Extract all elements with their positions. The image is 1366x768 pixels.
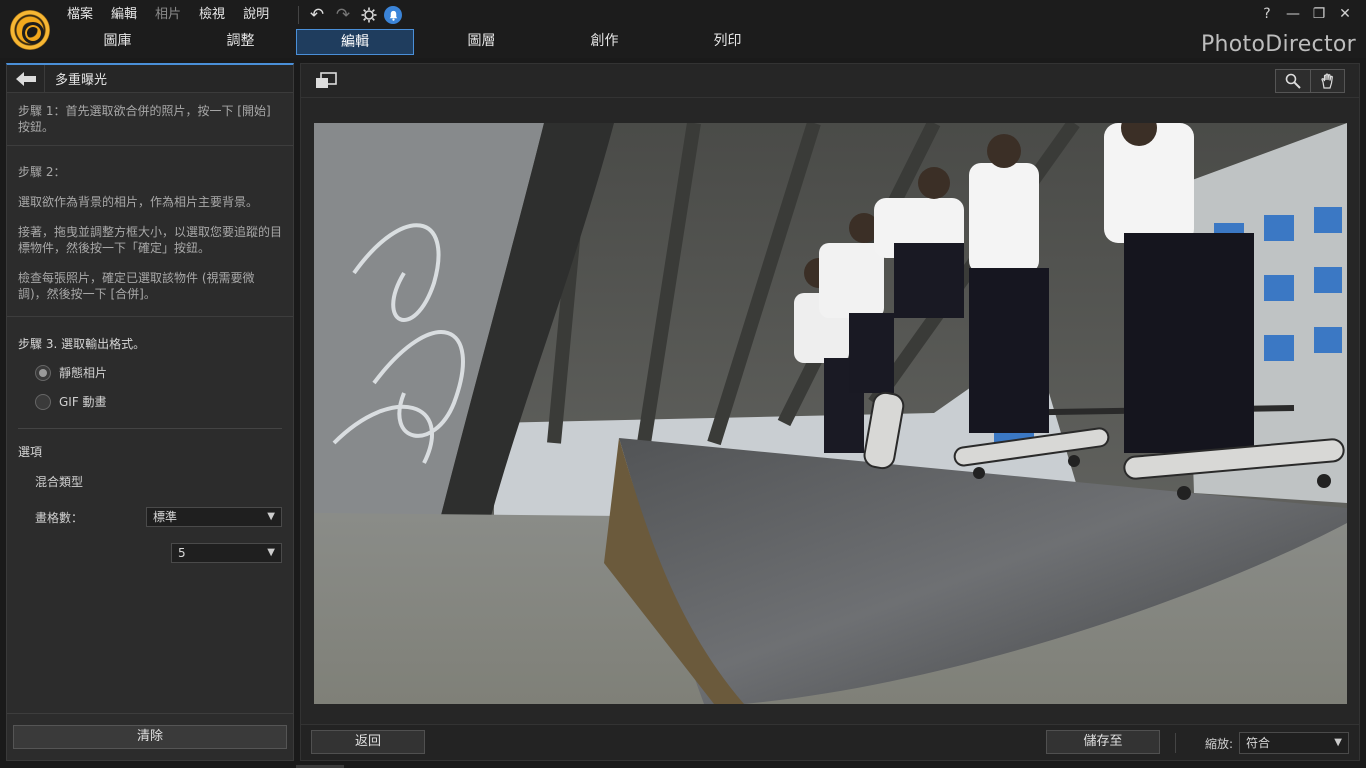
- step3-section: 步驟 3. 選取輸出格式。 靜態相片 GIF 動畫 選項 混合類型 畫格數：: [7, 317, 293, 528]
- tab-layers[interactable]: 圖層: [420, 29, 543, 55]
- pan-hand-icon[interactable]: [1310, 70, 1344, 92]
- settings-gear-icon[interactable]: [358, 4, 380, 26]
- back-button[interactable]: 返回: [311, 730, 425, 754]
- minimize-button[interactable]: —: [1280, 4, 1306, 24]
- menu-bar: 檔案 編輯 相片 檢視 說明: [58, 5, 278, 25]
- menu-view[interactable]: 檢視: [190, 5, 234, 25]
- canvas-area: 返回 儲存至 縮放: 符合 ▼: [300, 63, 1360, 761]
- notification-bell-icon[interactable]: [384, 6, 402, 24]
- menu-help[interactable]: 說明: [234, 5, 278, 25]
- window-controls: ? — ❐ ✕: [1254, 4, 1358, 24]
- format-still-option[interactable]: 靜態相片: [35, 364, 282, 381]
- canvas-toolbar: [301, 64, 1359, 98]
- tab-library[interactable]: 圖庫: [56, 29, 179, 55]
- format-gif-option[interactable]: GIF 動畫: [35, 393, 282, 410]
- clear-button[interactable]: 清除: [13, 725, 287, 749]
- canvas-bottom-bar: 返回 儲存至 縮放: 符合 ▼: [301, 724, 1359, 760]
- zoom-dropdown[interactable]: 符合 ▼: [1239, 732, 1349, 754]
- save-to-button[interactable]: 儲存至: [1046, 730, 1160, 754]
- view-tools: [1275, 69, 1345, 93]
- app-logo-icon: [10, 10, 50, 50]
- frame-count-dropdown[interactable]: 5 ▼: [171, 543, 282, 563]
- restore-button[interactable]: ❐: [1306, 4, 1332, 24]
- step2-text-2: 接著，拖曳並調整方框大小，以選取您要追蹤的目標物件，然後按一下「確定」按鈕。: [18, 225, 283, 255]
- menu-separator: [298, 6, 299, 24]
- multi-exposure-panel: 多重曝光 步驟 1：首先選取欲合併的照片，按一下 [開始] 按鈕。 步驟 2： …: [6, 63, 294, 761]
- step2-title: 步驟 2：: [18, 165, 66, 179]
- menu-photo[interactable]: 相片: [146, 5, 190, 25]
- chevron-down-icon: ▼: [1334, 737, 1342, 748]
- step2-text-1: 選取欲作為背景的相片，作為相片主要背景。: [18, 195, 259, 209]
- tab-edit[interactable]: 編輯: [296, 29, 414, 55]
- radio-gif[interactable]: [35, 393, 51, 410]
- tab-adjust[interactable]: 調整: [179, 29, 302, 55]
- blend-type-value: 標準: [153, 510, 178, 524]
- step1-section: 步驟 1：首先選取欲合併的照片，按一下 [開始] 按鈕。: [7, 93, 293, 146]
- options-divider: [18, 428, 282, 429]
- back-arrow-icon[interactable]: [7, 64, 45, 93]
- multi-exposure-photo: [314, 123, 1347, 704]
- options-title: 選項: [18, 445, 43, 459]
- panel-bottom-divider: [7, 713, 293, 714]
- menu-file[interactable]: 檔案: [58, 5, 102, 25]
- title-bar: 檔案 編輯 相片 檢視 說明 ↶ ↷ ? — ❐ ✕ 圖庫 調整 編輯 圖層 創…: [0, 0, 1366, 58]
- panel-header: 多重曝光: [7, 64, 293, 93]
- redo-icon[interactable]: ↷: [332, 4, 354, 26]
- undo-icon[interactable]: ↶: [306, 4, 328, 26]
- frame-count-value: 5: [178, 546, 186, 560]
- zoom-label: 縮放:: [1204, 737, 1233, 751]
- step3-title: 步驟 3. 選取輸出格式。: [18, 337, 146, 351]
- bottom-separator: [1175, 733, 1176, 753]
- format-gif-label: GIF 動畫: [59, 395, 107, 409]
- compare-view-icon[interactable]: [315, 72, 337, 90]
- frame-count-label: 畫格數：: [35, 510, 84, 525]
- photodirector-window: 檔案 編輯 相片 檢視 說明 ↶ ↷ ? — ❐ ✕ 圖庫 調整 編輯 圖層 創…: [0, 0, 1366, 768]
- zoom-value: 符合: [1246, 736, 1271, 750]
- help-button[interactable]: ?: [1254, 4, 1280, 24]
- brand-title: PhotoDirector: [1200, 32, 1356, 57]
- zoom-magnifier-icon[interactable]: [1276, 70, 1310, 92]
- step1-text: 步驟 1：首先選取欲合併的照片，按一下 [開始] 按鈕。: [18, 104, 271, 134]
- module-tabs: 圖庫 調整 編輯 圖層 創作 列印: [56, 29, 789, 55]
- tab-print[interactable]: 列印: [666, 29, 789, 55]
- skateboard-photo-image: [314, 123, 1347, 704]
- tab-create[interactable]: 創作: [543, 29, 666, 55]
- step2-section: 步驟 2： 選取欲作為背景的相片，作為相片主要背景。 接著，拖曳並調整方框大小，…: [7, 146, 293, 317]
- quick-actions: ↶ ↷: [306, 4, 402, 26]
- radio-still[interactable]: [35, 364, 51, 381]
- panel-title: 多重曝光: [55, 73, 108, 88]
- chevron-down-icon: ▼: [267, 547, 275, 558]
- close-button[interactable]: ✕: [1332, 4, 1358, 24]
- blend-type-label: 混合類型: [35, 474, 84, 489]
- menu-edit[interactable]: 編輯: [102, 5, 146, 25]
- format-still-label: 靜態相片: [59, 366, 108, 380]
- blend-type-dropdown[interactable]: 標準 ▼: [146, 507, 282, 527]
- step2-text-3: 檢查每張照片，確定已選取該物件 (視需要微調)，然後按一下 [合併]。: [18, 271, 255, 301]
- chevron-down-icon: ▼: [267, 511, 275, 522]
- blend-type-row: 混合類型: [35, 470, 282, 492]
